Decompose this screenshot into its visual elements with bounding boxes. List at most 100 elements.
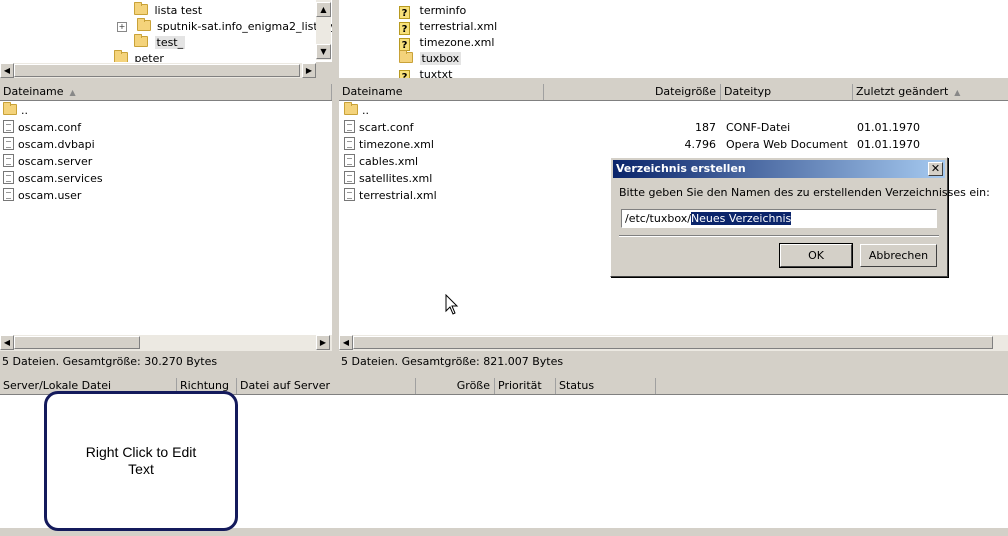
file-size: 4.796 [684,138,717,151]
scroll-thumb[interactable] [14,336,140,349]
file-name: scart.conf [359,121,414,134]
file-name: oscam.conf [18,121,82,134]
file-type: CONF-Datei [726,121,791,134]
table-row[interactable]: oscam.services [3,170,103,187]
folder-icon [134,2,148,15]
local-status: 5 Dateien. Gesamtgröße: 30.270 Bytes [0,353,334,370]
column-header-filename[interactable]: Dateiname [339,84,544,100]
table-row[interactable]: oscam.server [3,153,92,170]
scroll-up-icon[interactable]: ▲ [316,2,331,17]
column-header-status[interactable]: Status [556,378,656,394]
dialog-titlebar[interactable]: Verzeichnis erstellen ✕ [613,160,945,178]
scroll-right-icon[interactable]: ▶ [316,335,330,350]
scroll-left-icon[interactable]: ◀ [0,335,14,350]
folder-icon [344,102,358,115]
expand-icon[interactable]: + [117,22,127,32]
file-type: Opera Web Document [726,138,848,151]
scroll-right-icon[interactable]: ▶ [302,63,316,78]
file-name: oscam.user [18,189,82,202]
unknown-file-icon: ? [399,70,410,78]
input-text-prefix: /etc/tuxbox/ [625,212,691,225]
sort-asc-icon: ▲ [69,88,76,97]
file-icon [3,154,14,167]
remote-list-hscrollbar[interactable]: ◀ [339,334,1008,351]
file-name: .. [362,104,369,117]
file-icon [344,154,355,167]
create-directory-dialog: Verzeichnis erstellen ✕ Bitte geben Sie … [610,157,990,277]
ok-button[interactable]: OK [779,243,853,268]
file-modified: 01.01.1970 [857,138,920,151]
remote-tree-pane[interactable]: ? terminfo ? terrestrial.xml ? timezone.… [339,0,1008,78]
remote-tree-item-label: tuxtxt [419,68,453,78]
remote-tree-item[interactable]: ? terminfo [399,2,466,19]
table-row[interactable]: .. [344,102,1004,119]
remote-status: 5 Dateien. Gesamtgröße: 821.007 Bytes [339,353,1008,370]
file-name: oscam.server [18,155,93,168]
file-name: satellites.xml [359,172,433,185]
table-row[interactable]: timezone.xml 4.796 Opera Web Document 01.01… [344,136,1004,153]
file-name: timezone.xml [359,138,434,151]
remote-tree-item[interactable]: ? timezone.xml [399,34,494,51]
local-file-list[interactable]: Dateiname ▲ .. oscam.conf oscam.dvbapi oscam… [0,84,332,334]
remote-list-header: Dateiname Dateigröße Dateityp Zuletzt ge… [339,84,1008,101]
file-icon [3,171,14,184]
column-header-filesize[interactable]: Dateigröße [544,84,721,100]
directory-name-input[interactable]: /etc/tuxbox/Neues Verzeichnis [621,209,937,228]
file-icon [344,171,355,184]
callout-text: Right Click to Edit Text [85,444,197,477]
mouse-cursor-icon [445,294,459,315]
file-name: oscam.services [18,172,103,185]
folder-open-icon [134,34,148,47]
scroll-down-icon[interactable]: ▼ [316,44,331,59]
column-header-remote-file[interactable]: Datei auf Server [237,378,416,394]
column-header-priority[interactable]: Priorität [495,378,556,394]
local-tree-item-label: lista test [154,4,203,17]
scroll-left-icon[interactable]: ◀ [339,335,353,350]
remote-tree-item-label: terrestrial.xml [419,20,498,33]
local-tree-hscrollbar[interactable]: ◀ ▶ [0,62,316,79]
table-row[interactable]: oscam.user [3,187,81,204]
folder-icon [114,50,128,62]
table-row[interactable]: oscam.dvbapi [3,136,95,153]
file-size: 187 [695,121,716,134]
dialog-separator [619,235,939,237]
remote-tree-item[interactable]: ? terrestrial.xml [399,18,497,35]
file-icon [344,137,355,150]
local-tree-vscrollbar[interactable]: ▲ ▼ [316,0,331,60]
scroll-left-icon[interactable]: ◀ [0,63,14,78]
table-row[interactable]: oscam.conf [3,119,81,136]
remote-tree-item[interactable]: ? tuxtxt [399,66,452,78]
local-tree-item[interactable]: lista test [134,2,202,19]
file-name: cables.xml [359,155,419,168]
local-list-hscrollbar[interactable]: ◀ ▶ [0,334,332,351]
dialog-prompt: Bitte geben Sie den Namen des zu erstell… [619,186,990,199]
input-text-selected: Neues Verzeichnis [690,212,792,225]
vertical-splitter[interactable] [332,0,339,372]
remote-tree-item-label: timezone.xml [419,36,495,49]
table-row[interactable]: scart.conf 187 CONF-Datei 01.01.1970 [344,119,1004,136]
local-tree-pane[interactable]: lista test + sputnik-sat.info_enigma2_li… [0,0,332,62]
column-header-filename[interactable]: Dateiname ▲ [0,84,332,100]
column-header-size[interactable]: Größe [416,378,495,394]
file-name: .. [21,104,28,117]
remote-tree-item-selected[interactable]: tuxbox [399,50,462,67]
close-icon[interactable]: ✕ [928,162,943,176]
cancel-button[interactable]: Abbrechen [860,244,937,267]
local-list-header: Dateiname ▲ [0,84,332,101]
dialog-title: Verzeichnis erstellen [616,162,746,175]
column-header-modified[interactable]: Zuletzt geändert ▲ [853,84,1008,100]
file-name: terrestrial.xml [359,189,437,202]
remote-tree-item-label: tuxbox [419,52,462,65]
local-tree-item-label: test_ [154,36,186,49]
file-icon [344,188,355,201]
local-tree-item-selected[interactable]: test_ [134,34,186,51]
scroll-thumb[interactable] [353,336,993,349]
column-header-filetype[interactable]: Dateityp [721,84,853,100]
callout-box[interactable]: Right Click to Edit Text [44,391,238,531]
local-tree-item[interactable]: peter [114,50,164,62]
file-icon [3,120,14,133]
local-tree-item[interactable]: + sputnik-sat.info_enigma2_list_by_ [117,18,332,35]
table-row[interactable]: .. [3,102,28,119]
scroll-thumb[interactable] [14,64,300,77]
sort-asc-icon: ▲ [954,88,961,97]
